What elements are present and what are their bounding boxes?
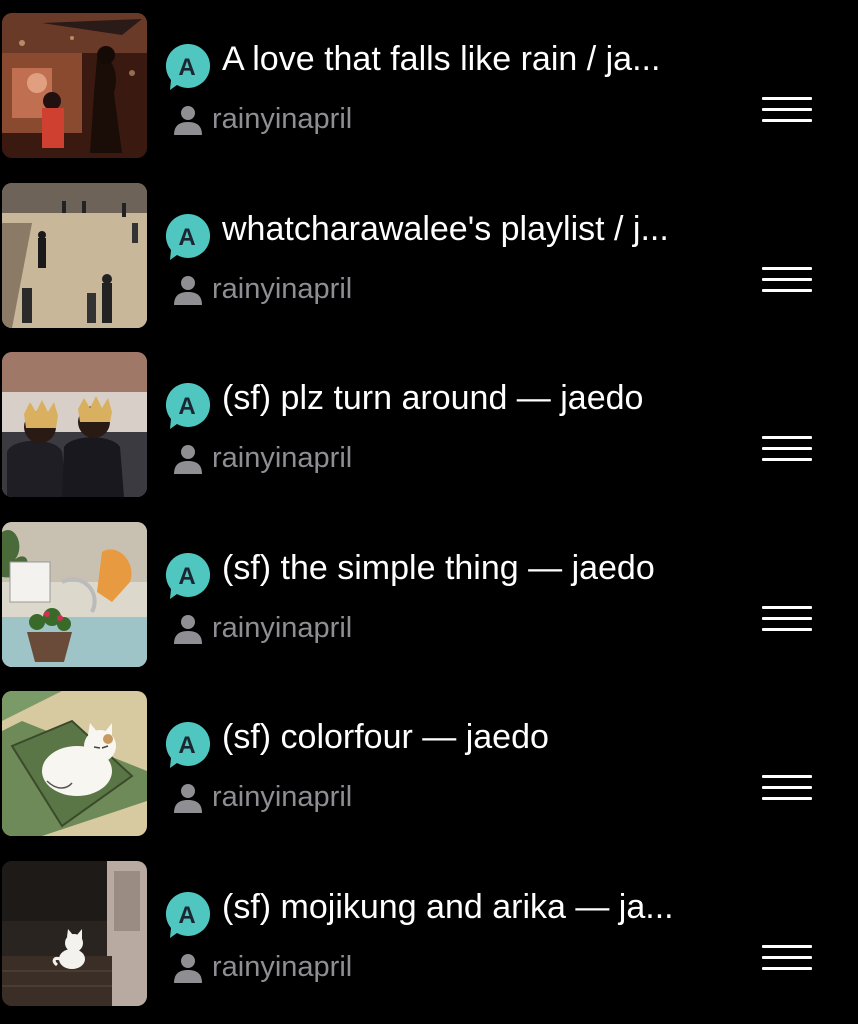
- playlist-title: whatcharawalee's playlist / j...: [222, 210, 669, 248]
- svg-text:A: A: [178, 393, 195, 420]
- svg-text:A: A: [178, 732, 195, 759]
- person-icon: [172, 783, 204, 813]
- reorder-handle-icon[interactable]: [762, 775, 814, 805]
- playlist-row[interactable]: A (sf) the simple thing — jaedo rainyina…: [0, 522, 858, 668]
- playlist-author[interactable]: rainyinapril: [212, 779, 352, 815]
- reorder-handle-icon[interactable]: [762, 606, 814, 636]
- svg-text:A: A: [178, 563, 195, 590]
- person-icon: [172, 953, 204, 983]
- playlist-thumbnail[interactable]: [2, 861, 147, 1006]
- playlist-thumbnail[interactable]: [2, 352, 147, 497]
- svg-text:A: A: [178, 54, 195, 81]
- playlist-row[interactable]: A (sf) colorfour — jaedo rainyinapril: [0, 691, 858, 837]
- person-icon: [172, 105, 204, 135]
- playlist-thumbnail[interactable]: [2, 183, 147, 328]
- playlist-row[interactable]: A (sf) mojikung and arika — ja... rainyi…: [0, 861, 858, 1007]
- badge-icon: A: [162, 720, 212, 770]
- playlist-row[interactable]: A whatcharawalee's playlist / j... rainy…: [0, 183, 858, 329]
- playlist-title: (sf) colorfour — jaedo: [222, 718, 549, 756]
- badge-icon: A: [162, 551, 212, 601]
- badge-icon: A: [162, 212, 212, 262]
- badge-icon: A: [162, 890, 212, 940]
- playlist-author[interactable]: rainyinapril: [212, 440, 352, 476]
- small-cat-room-image: [2, 861, 147, 1006]
- poolside-image: [2, 522, 147, 667]
- reorder-handle-icon[interactable]: [762, 267, 814, 297]
- playlist-title: (sf) plz turn around — jaedo: [222, 379, 644, 417]
- reorder-handle-icon[interactable]: [762, 945, 814, 975]
- badge-icon: A: [162, 381, 212, 431]
- playlist-author[interactable]: rainyinapril: [212, 271, 352, 307]
- reorder-handle-icon[interactable]: [762, 97, 814, 127]
- playlist-title: (sf) mojikung and arika — ja...: [222, 888, 674, 926]
- person-icon: [172, 275, 204, 305]
- station-crowd-image: [2, 183, 147, 328]
- playlist-thumbnail[interactable]: [2, 691, 147, 836]
- sleeping-cat-cushion-image: [2, 691, 147, 836]
- playlist-author[interactable]: rainyinapril: [212, 101, 352, 137]
- playlist-author[interactable]: rainyinapril: [212, 949, 352, 985]
- svg-text:A: A: [178, 902, 195, 929]
- paper-crowns-image: [2, 352, 147, 497]
- playlist-title: (sf) the simple thing — jaedo: [222, 549, 655, 587]
- reorder-handle-icon[interactable]: [762, 436, 814, 466]
- playlist-author[interactable]: rainyinapril: [212, 610, 352, 646]
- rainy-street-image: [2, 13, 147, 158]
- playlist-row[interactable]: A A love that falls like rain / ja... ra…: [0, 13, 858, 159]
- playlist-thumbnail[interactable]: [2, 522, 147, 667]
- playlist-thumbnail[interactable]: [2, 13, 147, 158]
- badge-icon: A: [162, 42, 212, 92]
- playlist-row[interactable]: A (sf) plz turn around — jaedo rainyinap…: [0, 352, 858, 498]
- svg-text:A: A: [178, 224, 195, 251]
- person-icon: [172, 444, 204, 474]
- playlist-list: A A love that falls like rain / ja... ra…: [0, 0, 858, 1024]
- playlist-title: A love that falls like rain / ja...: [222, 40, 661, 78]
- person-icon: [172, 614, 204, 644]
